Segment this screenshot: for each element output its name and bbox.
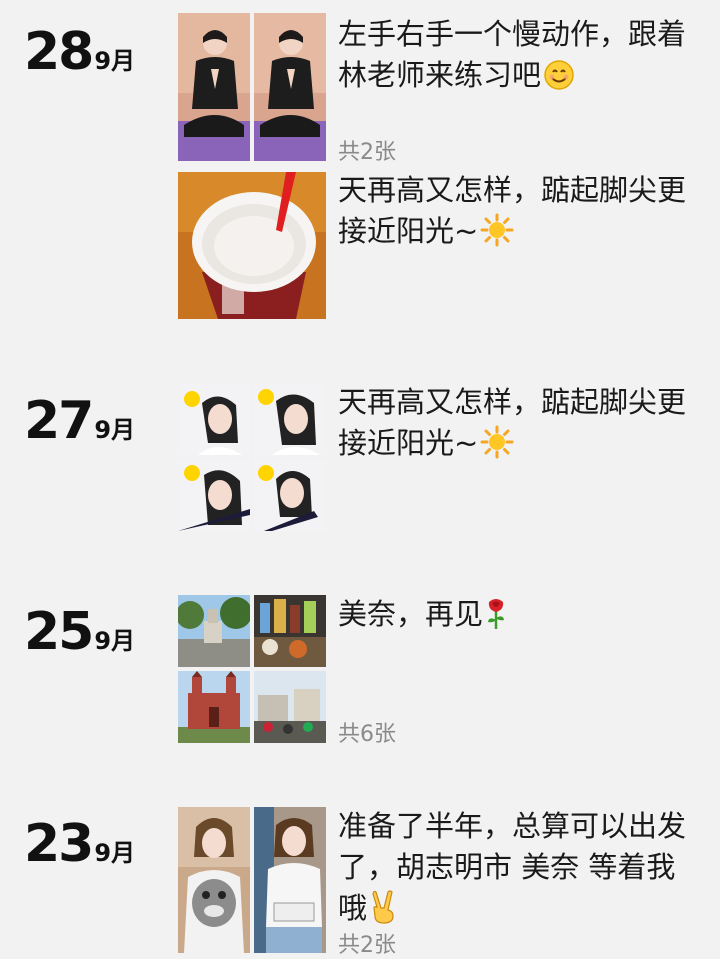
post-date: 25 9月 — [24, 606, 135, 658]
post-month: 9月 — [94, 416, 136, 444]
post-date: 27 9月 — [24, 395, 135, 447]
smile-icon — [543, 59, 575, 102]
photo-count: 共2张 — [338, 933, 396, 958]
photo-count: 共6张 — [338, 722, 396, 747]
photo-thumbnail[interactable] — [254, 595, 326, 667]
post-text: 美奈，再见 — [338, 594, 698, 641]
photo-thumbnail[interactable] — [254, 671, 326, 743]
post-day: 28 — [24, 22, 94, 82]
post-day: 25 — [24, 602, 94, 662]
photo-thumbnail[interactable] — [178, 459, 250, 531]
post-day: 27 — [24, 391, 94, 451]
sun-icon — [480, 425, 514, 470]
post-text-content: 美奈，再见 — [338, 597, 484, 631]
photo-thumbnail[interactable] — [178, 383, 250, 455]
post-month: 9月 — [94, 627, 136, 655]
post-month: 9月 — [94, 47, 136, 75]
post-date: 23 9月 — [24, 818, 135, 870]
rose-icon — [485, 596, 507, 641]
post-text: 天再高又怎样，踮起脚尖更接近阳光~ — [338, 170, 698, 258]
photo-thumbnail[interactable] — [178, 595, 250, 667]
post-text-content: 左手右手一个慢动作，跟着林老师来练习吧 — [338, 17, 687, 92]
photo-thumbnail[interactable] — [254, 13, 326, 161]
photo-thumbnail[interactable] — [178, 807, 250, 953]
photo-thumbnail[interactable] — [178, 13, 250, 161]
photo-thumbnail[interactable] — [178, 172, 326, 319]
post-photo-grid[interactable] — [178, 595, 326, 743]
photo-thumbnail[interactable] — [254, 807, 326, 953]
post-day: 23 — [24, 814, 94, 874]
photo-thumbnail[interactable] — [254, 459, 326, 531]
post-date: 28 9月 — [24, 26, 135, 78]
post-month: 9月 — [94, 839, 136, 867]
sun-icon — [480, 213, 514, 258]
post-text: 天再高又怎样，踮起脚尖更接近阳光~ — [338, 382, 698, 470]
photo-thumbnail[interactable] — [254, 383, 326, 455]
post-text: 准备了半年，总算可以出发了，胡志明市 美奈 等着我哦 — [338, 806, 698, 935]
post-photo-grid[interactable] — [178, 13, 326, 161]
photo-thumbnail[interactable] — [178, 671, 250, 743]
post-text: 左手右手一个慢动作，跟着林老师来练习吧 — [338, 14, 698, 102]
photo-count: 共2张 — [338, 140, 396, 165]
post-photo-grid[interactable] — [178, 807, 326, 953]
post-photo-grid[interactable] — [178, 383, 326, 531]
